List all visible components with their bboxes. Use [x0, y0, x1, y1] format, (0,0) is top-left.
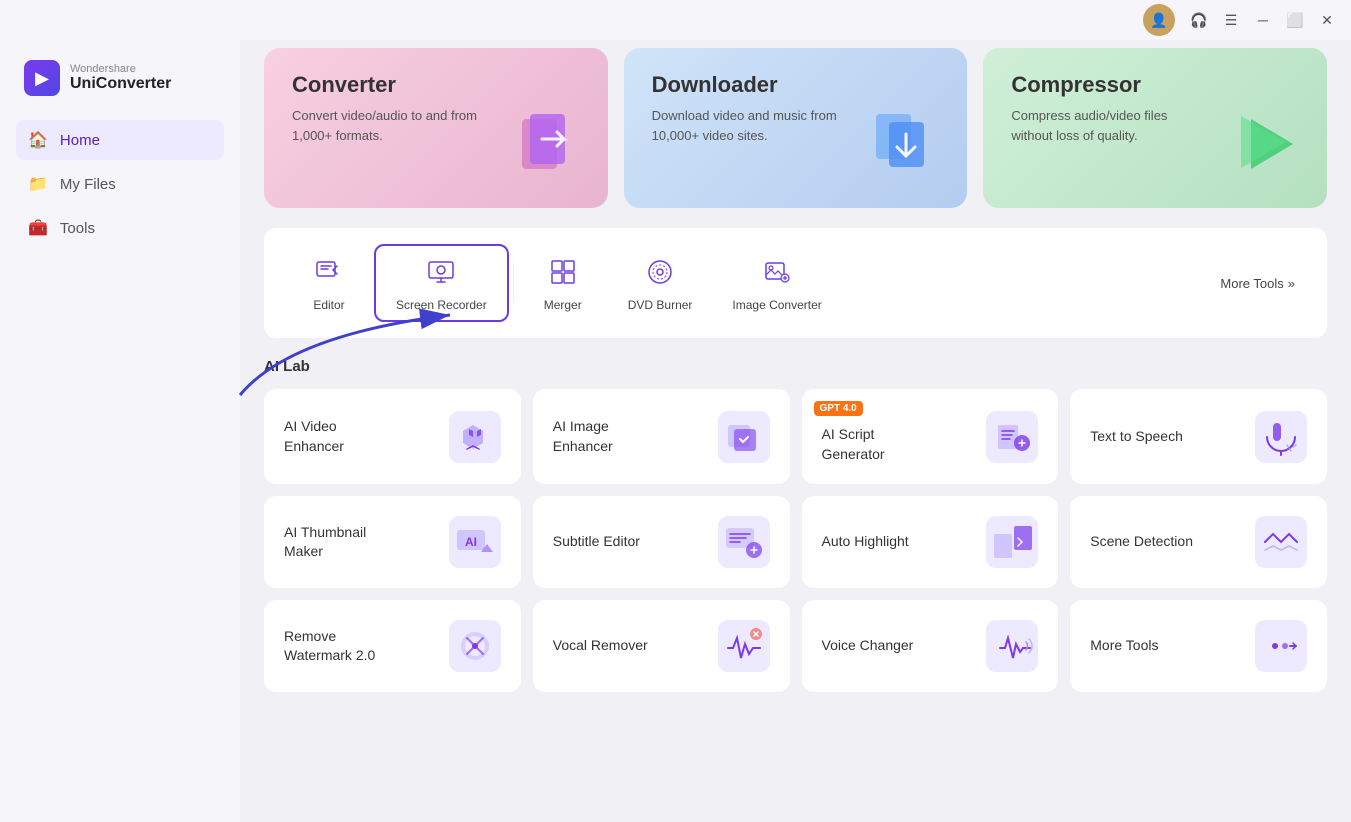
converter-card[interactable]: Converter Convert video/audio to and fro… [264, 48, 608, 208]
remove-watermark-label: RemoveWatermark 2.0 [284, 627, 375, 666]
ai-script-generator-label: AI ScriptGenerator [822, 425, 885, 464]
logo-area: ▶ Wondershare UniConverter [16, 48, 224, 120]
merger-icon [545, 254, 581, 290]
titlebar: 👤 🎧 ☰ ─ ⬜ ✕ [0, 0, 1351, 40]
image-converter-icon [759, 254, 795, 290]
close-button[interactable]: ✕ [1311, 4, 1343, 36]
tools-row: Editor Screen Recorder [264, 228, 1327, 338]
ai-lab-title: AI Lab [264, 358, 1327, 375]
brand-name: Wondershare [70, 63, 171, 75]
menu-icon[interactable]: ☰ [1215, 4, 1247, 36]
app-name: UniConverter [70, 75, 171, 93]
tool-dvd-burner[interactable]: DVD Burner [608, 246, 713, 320]
auto-highlight-label: Auto Highlight [822, 532, 909, 552]
ai-lab-grid: AI VideoEnhancer AI ImageEnhancer GPT 4.… [264, 389, 1327, 692]
voice-changer-card[interactable]: Voice Changer [802, 600, 1059, 692]
scene-detection-card[interactable]: Scene Detection [1070, 496, 1327, 588]
ai-image-enhancer-card[interactable]: AI ImageEnhancer [533, 389, 790, 484]
sidebar-item-tools[interactable]: 🧰 Tools [16, 208, 224, 248]
tool-image-converter[interactable]: Image Converter [712, 246, 841, 320]
compressor-icon [1231, 104, 1311, 198]
sidebar-item-myfiles[interactable]: 📁 My Files [16, 164, 224, 204]
converter-icon [512, 104, 592, 198]
ai-image-enhancer-label: AI ImageEnhancer [553, 417, 613, 456]
logo-text: Wondershare UniConverter [70, 63, 171, 93]
app-logo-icon: ▶ [24, 60, 60, 96]
merger-label: Merger [544, 298, 582, 312]
tools-more-chevron-icon: » [1288, 276, 1295, 291]
sidebar: ▶ Wondershare UniConverter 🏠 Home 📁 My F… [0, 0, 240, 822]
headset-icon[interactable]: 🎧 [1183, 4, 1215, 36]
compressor-title: Compressor [1011, 72, 1299, 98]
ai-more-tools-label: More Tools [1090, 636, 1158, 656]
compressor-desc: Compress audio/video files without loss … [1011, 106, 1211, 145]
maximize-button[interactable]: ⬜ [1279, 4, 1311, 36]
text-to-speech-label: Text to Speech [1090, 427, 1183, 447]
tool-separator [513, 263, 514, 303]
downloader-desc: Download video and music from 10,000+ vi… [652, 106, 852, 145]
editor-icon [311, 254, 347, 290]
vocal-remover-label: Vocal Remover [553, 636, 648, 656]
sidebar-item-home[interactable]: 🏠 Home [16, 120, 224, 160]
gpt-badge: GPT 4.0 [814, 401, 863, 416]
screen-recorder-label: Screen Recorder [396, 298, 487, 312]
main-content: Converter Convert video/audio to and fro… [240, 0, 1351, 822]
tools-more-button[interactable]: More Tools » [1208, 268, 1307, 299]
ai-video-enhancer-card[interactable]: AI VideoEnhancer [264, 389, 521, 484]
ai-more-tools-card[interactable]: More Tools [1070, 600, 1327, 692]
home-icon: 🏠 [28, 130, 48, 150]
minimize-button[interactable]: ─ [1247, 4, 1279, 36]
svg-text:AI: AI [465, 535, 477, 549]
sidebar-item-home-label: Home [60, 132, 100, 149]
editor-label: Editor [313, 298, 344, 312]
tools-more-label: More Tools [1220, 276, 1283, 291]
sidebar-item-myfiles-label: My Files [60, 176, 116, 193]
remove-watermark-card[interactable]: RemoveWatermark 2.0 [264, 600, 521, 692]
auto-highlight-card[interactable]: Auto Highlight [802, 496, 1059, 588]
downloader-icon [871, 104, 951, 198]
converter-desc: Convert video/audio to and from 1,000+ f… [292, 106, 492, 145]
sidebar-item-tools-label: Tools [60, 220, 95, 237]
scene-detection-label: Scene Detection [1090, 532, 1193, 552]
dvd-burner-label: DVD Burner [628, 298, 693, 312]
tools-icon: 🧰 [28, 218, 48, 238]
ai-script-generator-card[interactable]: GPT 4.0 AI ScriptGenerator [802, 389, 1059, 484]
myfiles-icon: 📁 [28, 174, 48, 194]
downloader-card[interactable]: Downloader Download video and music from… [624, 48, 968, 208]
ai-thumbnail-maker-label: AI ThumbnailMaker [284, 523, 366, 562]
image-converter-label: Image Converter [732, 298, 821, 312]
subtitle-editor-card[interactable]: Subtitle Editor [533, 496, 790, 588]
voice-changer-label: Voice Changer [822, 636, 914, 656]
dvd-burner-icon [642, 254, 678, 290]
vocal-remover-card[interactable]: Vocal Remover [533, 600, 790, 692]
text-to-speech-card[interactable]: Text to Speech [1070, 389, 1327, 484]
tool-merger[interactable]: Merger [518, 246, 608, 320]
downloader-title: Downloader [652, 72, 940, 98]
subtitle-editor-label: Subtitle Editor [553, 532, 640, 552]
tool-screen-recorder[interactable]: Screen Recorder [374, 244, 509, 322]
hero-cards-section: Converter Convert video/audio to and fro… [264, 48, 1327, 208]
ai-thumbnail-maker-card[interactable]: AI ThumbnailMaker AI [264, 496, 521, 588]
compressor-card[interactable]: Compressor Compress audio/video files wi… [983, 48, 1327, 208]
screen-recorder-icon [423, 254, 459, 290]
ai-video-enhancer-label: AI VideoEnhancer [284, 417, 344, 456]
user-avatar[interactable]: 👤 [1143, 4, 1175, 36]
converter-title: Converter [292, 72, 580, 98]
tool-editor[interactable]: Editor [284, 246, 374, 320]
